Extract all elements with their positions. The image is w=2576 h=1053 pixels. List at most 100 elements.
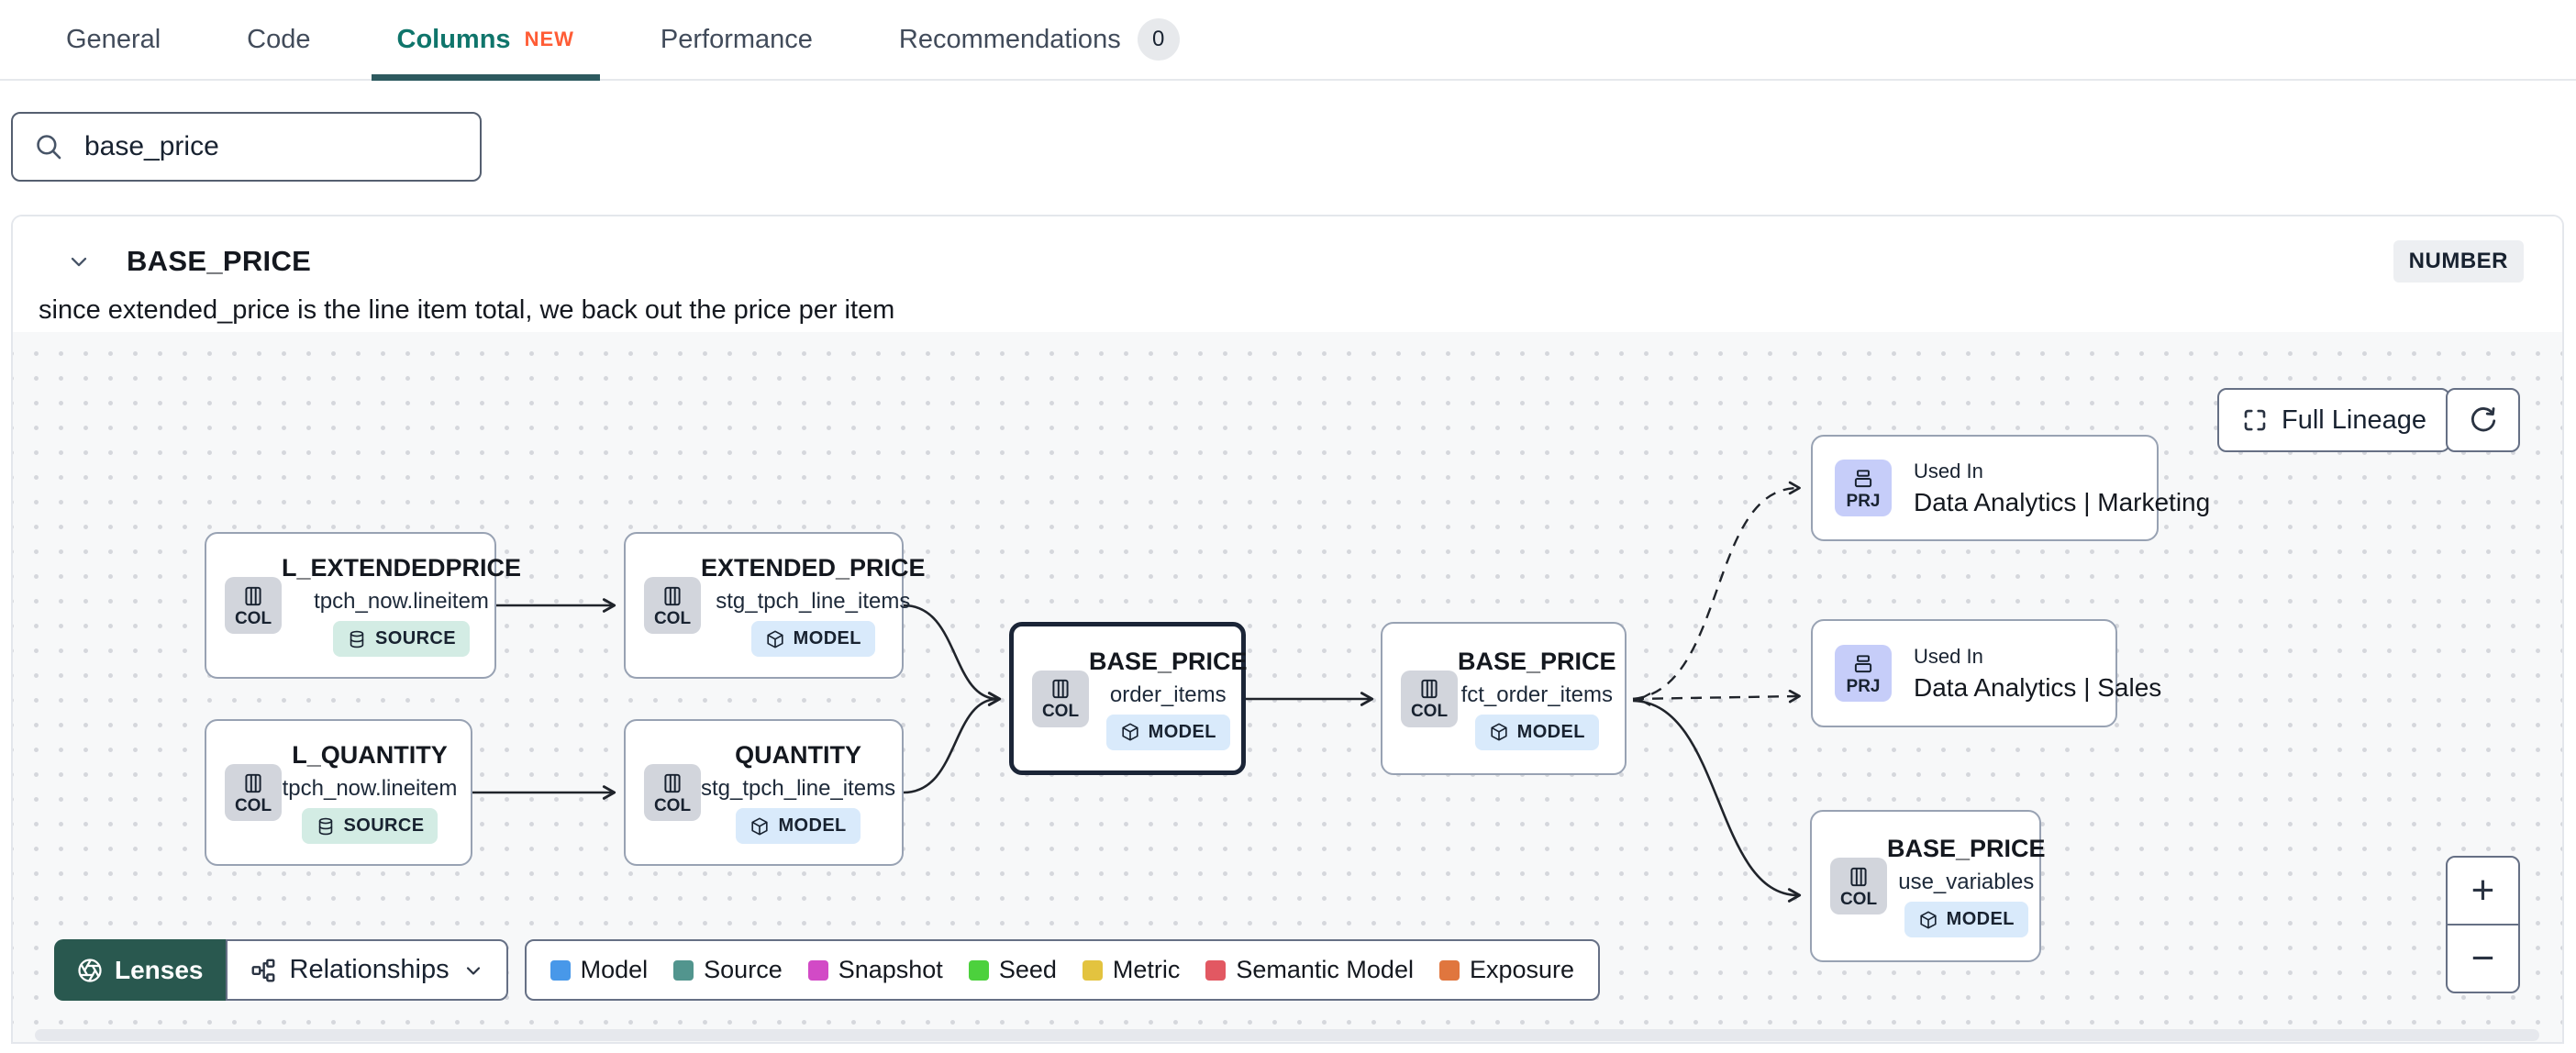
cube-icon bbox=[749, 816, 770, 837]
legend-label: Semantic Model bbox=[1236, 956, 1414, 983]
tab-label: General bbox=[66, 24, 161, 54]
column-name: BASE_PRICE bbox=[127, 245, 312, 277]
legend-item-metric: Metric bbox=[1082, 956, 1180, 984]
refresh-button[interactable] bbox=[2446, 388, 2520, 452]
lineage-node-extended-price[interactable]: COL EXTENDED_PRICE stg_tpch_line_items M… bbox=[624, 532, 926, 679]
columns-icon bbox=[1049, 677, 1072, 701]
search-row bbox=[11, 112, 482, 182]
recommendations-count-badge: 0 bbox=[1137, 18, 1180, 61]
columns-icon bbox=[661, 771, 684, 795]
tab-label: Columns bbox=[396, 24, 511, 54]
columns-icon bbox=[661, 584, 684, 608]
col-badge-label: COL bbox=[653, 608, 692, 628]
lineage-node-used-in-sales[interactable]: PRJ Used In Data Analytics | Sales bbox=[1811, 619, 2161, 727]
resource-type-label: SOURCE bbox=[375, 628, 457, 648]
tab-general[interactable]: General bbox=[40, 0, 186, 79]
used-in-label: Used In bbox=[1914, 644, 1983, 668]
lineage-node-base-price-fct-order-items[interactable]: COL BASE_PRICE fct_order_items MODEL bbox=[1381, 622, 1627, 775]
resource-type-pill: SOURCE bbox=[333, 621, 471, 657]
col-badge-label: COL bbox=[653, 795, 692, 815]
tab-performance[interactable]: Performance bbox=[635, 0, 838, 79]
zoom-out-button[interactable]: − bbox=[2448, 926, 2518, 992]
lineage-toolbar: Lenses Relationships Model Source Snapsh… bbox=[54, 939, 1601, 1001]
legend-item-snapshot: Snapshot bbox=[807, 956, 943, 984]
tab-recommendations[interactable]: Recommendations 0 bbox=[873, 0, 1205, 79]
tab-columns[interactable]: Columns NEW bbox=[371, 0, 601, 81]
lineage-edges bbox=[472, 481, 1802, 903]
lineage-node-l-quantity[interactable]: COL L_QUANTITY tpch_now.lineitem SOURCE bbox=[205, 719, 472, 866]
expand-icon bbox=[2241, 406, 2269, 434]
col-badge-label: COL bbox=[1839, 889, 1878, 909]
resource-type-label: MODEL bbox=[778, 815, 847, 836]
resource-type-pill: SOURCE bbox=[301, 808, 439, 844]
full-lineage-button[interactable]: Full Lineage bbox=[2217, 388, 2450, 452]
project-stack-icon bbox=[1851, 652, 1875, 676]
lenses-button[interactable]: Lenses bbox=[54, 939, 226, 1001]
legend-label: Exposure bbox=[1469, 956, 1575, 983]
resource-type-pill: MODEL bbox=[750, 621, 875, 657]
aperture-icon bbox=[76, 957, 104, 984]
node-subtitle: order_items bbox=[1109, 682, 1227, 707]
lineage-node-l-extendedprice[interactable]: COL L_EXTENDEDPRICE tpch_now.lineitem SO… bbox=[205, 532, 521, 679]
column-card: BASE_PRICE NUMBER since extended_price i… bbox=[11, 215, 2564, 1044]
node-subtitle: fct_order_items bbox=[1460, 682, 1613, 707]
legend-swatch bbox=[807, 959, 828, 981]
tab-label: Code bbox=[247, 24, 311, 54]
search-input[interactable] bbox=[84, 131, 460, 162]
lineage-canvas[interactable]: COL L_EXTENDEDPRICE tpch_now.lineitem SO… bbox=[13, 332, 2562, 1042]
columns-icon bbox=[1847, 865, 1871, 889]
legend-swatch bbox=[550, 959, 571, 981]
node-subtitle: tpch_now.lineitem bbox=[314, 589, 489, 614]
resource-type-label: MODEL bbox=[793, 628, 861, 648]
tab-label: Recommendations bbox=[898, 24, 1121, 54]
col-badge: COL bbox=[644, 764, 701, 821]
column-description: since extended_price is the line item to… bbox=[39, 295, 895, 325]
lineage-node-quantity[interactable]: COL QUANTITY stg_tpch_line_items MODEL bbox=[624, 719, 904, 866]
prj-badge-label: PRJ bbox=[1846, 676, 1881, 696]
legend-item-source: Source bbox=[673, 956, 783, 984]
database-icon bbox=[347, 629, 367, 649]
column-card-header: BASE_PRICE NUMBER since extended_price i… bbox=[13, 216, 2562, 332]
col-badge: COL bbox=[225, 577, 282, 634]
search-box[interactable] bbox=[11, 112, 482, 182]
prj-badge-label: PRJ bbox=[1846, 491, 1881, 511]
legend-item-semantic-model: Semantic Model bbox=[1205, 956, 1414, 984]
resource-type-pill: MODEL bbox=[736, 808, 861, 844]
node-subtitle: stg_tpch_line_items bbox=[701, 776, 896, 801]
tab-bar: General Code Columns NEW Performance Rec… bbox=[0, 0, 2576, 81]
cube-icon bbox=[1918, 910, 1938, 930]
collapse-chevron-icon[interactable] bbox=[61, 243, 97, 280]
full-lineage-label: Full Lineage bbox=[2282, 405, 2426, 435]
new-badge: NEW bbox=[524, 28, 574, 50]
node-title: BASE_PRICE bbox=[1458, 647, 1616, 675]
node-title: BASE_PRICE bbox=[1887, 835, 2046, 862]
legend-swatch bbox=[1082, 959, 1103, 981]
zoom-in-button[interactable]: + bbox=[2448, 858, 2518, 926]
used-in-label: Used In bbox=[1914, 459, 1983, 482]
horizontal-scrollbar[interactable] bbox=[35, 1029, 2539, 1041]
legend: Model Source Snapshot Seed Metric Semant… bbox=[524, 939, 1601, 1001]
legend-label: Seed bbox=[998, 956, 1057, 983]
node-subtitle: stg_tpch_line_items bbox=[716, 589, 911, 614]
tab-code[interactable]: Code bbox=[221, 0, 336, 79]
col-badge: COL bbox=[225, 764, 282, 821]
relationships-dropdown[interactable]: Relationships bbox=[225, 939, 508, 1001]
col-badge: COL bbox=[1032, 670, 1089, 727]
columns-icon bbox=[1417, 677, 1441, 701]
legend-label: Source bbox=[704, 956, 783, 983]
columns-icon bbox=[241, 771, 265, 795]
lineage-node-used-in-marketing[interactable]: PRJ Used In Data Analytics | Marketing bbox=[1811, 435, 2210, 541]
legend-label: Model bbox=[580, 956, 649, 983]
data-type-badge: NUMBER bbox=[2393, 240, 2524, 283]
lineage-node-base-price-order-items[interactable]: COL BASE_PRICE order_items MODEL bbox=[1009, 622, 1248, 775]
cube-icon bbox=[1120, 722, 1140, 742]
project-stack-icon bbox=[1851, 467, 1875, 491]
node-title: BASE_PRICE bbox=[1089, 647, 1248, 675]
prj-badge: PRJ bbox=[1835, 645, 1892, 702]
refresh-icon bbox=[2468, 405, 2499, 436]
lineage-node-base-price-use-variables[interactable]: COL BASE_PRICE use_variables MODEL bbox=[1810, 810, 2046, 962]
col-badge-label: COL bbox=[234, 608, 272, 628]
legend-swatch bbox=[968, 959, 989, 981]
col-badge-label: COL bbox=[1410, 702, 1449, 721]
resource-type-label: SOURCE bbox=[343, 815, 425, 836]
